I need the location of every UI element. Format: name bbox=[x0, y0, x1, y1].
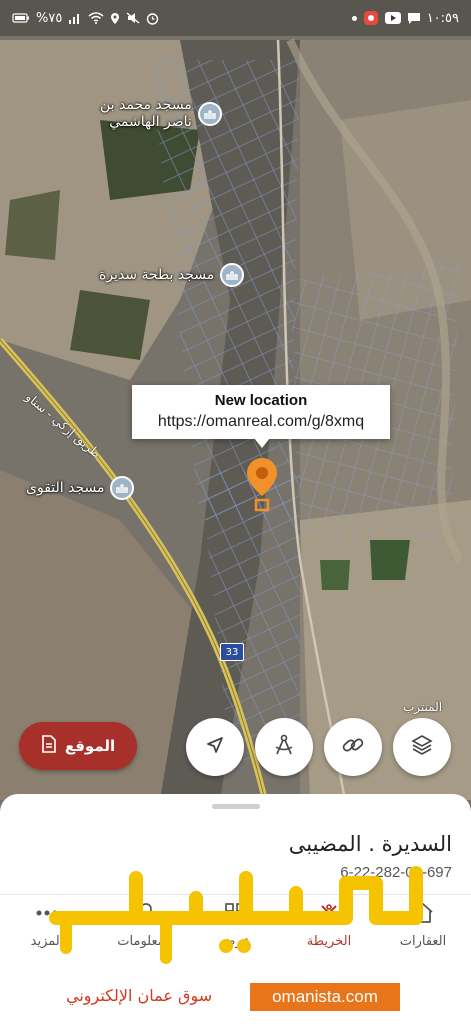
navigate-icon bbox=[205, 735, 225, 759]
link-icon bbox=[341, 733, 365, 761]
popup-url[interactable]: https://omanreal.com/g/8xmq bbox=[132, 413, 390, 431]
message-icon bbox=[407, 12, 421, 25]
status-right: ١٠:٥٩ bbox=[351, 10, 459, 26]
location-button-label: الموقع bbox=[64, 737, 116, 755]
clock-time: ١٠:٥٩ bbox=[426, 10, 459, 26]
omanista-logo-watermark bbox=[46, 858, 426, 968]
wifi-icon bbox=[88, 12, 104, 24]
mosque-icon bbox=[110, 476, 135, 500]
mute-icon bbox=[126, 12, 140, 24]
measure-button[interactable] bbox=[255, 718, 313, 776]
poi-mosque-taqwa[interactable]: مسجد التقوى bbox=[26, 476, 135, 500]
signal-icon bbox=[68, 12, 82, 24]
road-shield: 33 bbox=[220, 643, 244, 661]
app-notification-icon bbox=[363, 10, 379, 26]
mosque-icon bbox=[197, 102, 222, 126]
poi-label: مسجد محمد بن ناصر الهاشمي bbox=[100, 97, 192, 130]
popup-tail bbox=[254, 438, 270, 448]
measure-icon bbox=[272, 733, 296, 761]
poi-label: مسجد بطحة سديرة bbox=[99, 266, 215, 283]
poi-mosque-hashmi[interactable]: مسجد محمد بن ناصر الهاشمي bbox=[100, 97, 222, 131]
poi-label: مسجد التقوى bbox=[26, 479, 105, 496]
battery-percent: %٧٥ bbox=[36, 10, 63, 26]
watermark-subtitle: سوق عمان الإلكتروني bbox=[66, 986, 213, 1005]
popup-title: New location bbox=[214, 392, 308, 409]
link-button[interactable] bbox=[324, 718, 382, 776]
mosque-icon bbox=[220, 263, 245, 287]
youtube-icon bbox=[384, 12, 401, 24]
status-left: %٧٥ bbox=[12, 11, 159, 26]
drag-handle[interactable] bbox=[212, 804, 260, 809]
alarm-icon bbox=[146, 12, 159, 25]
layers-icon bbox=[410, 733, 434, 761]
navigate-button[interactable] bbox=[186, 718, 244, 776]
location-popup[interactable]: New location https://omanreal.com/g/8xmq bbox=[132, 385, 390, 439]
location-pin-icon[interactable] bbox=[244, 456, 280, 518]
watermark-domain: omanista.com bbox=[250, 983, 400, 1011]
place-title: السديرة . المضيبى bbox=[288, 832, 452, 856]
document-icon bbox=[41, 735, 57, 757]
location-button[interactable]: الموقع bbox=[19, 722, 137, 770]
location-icon bbox=[110, 12, 120, 25]
status-bar: %٧٥ ١٠:٥٩ bbox=[0, 0, 471, 36]
layers-button[interactable] bbox=[393, 718, 451, 776]
notification-dot-icon bbox=[351, 15, 357, 21]
place-label: المنترب bbox=[403, 700, 443, 714]
poi-mosque-batha[interactable]: مسجد بطحة سديرة bbox=[99, 263, 245, 287]
battery-icon bbox=[12, 13, 30, 23]
